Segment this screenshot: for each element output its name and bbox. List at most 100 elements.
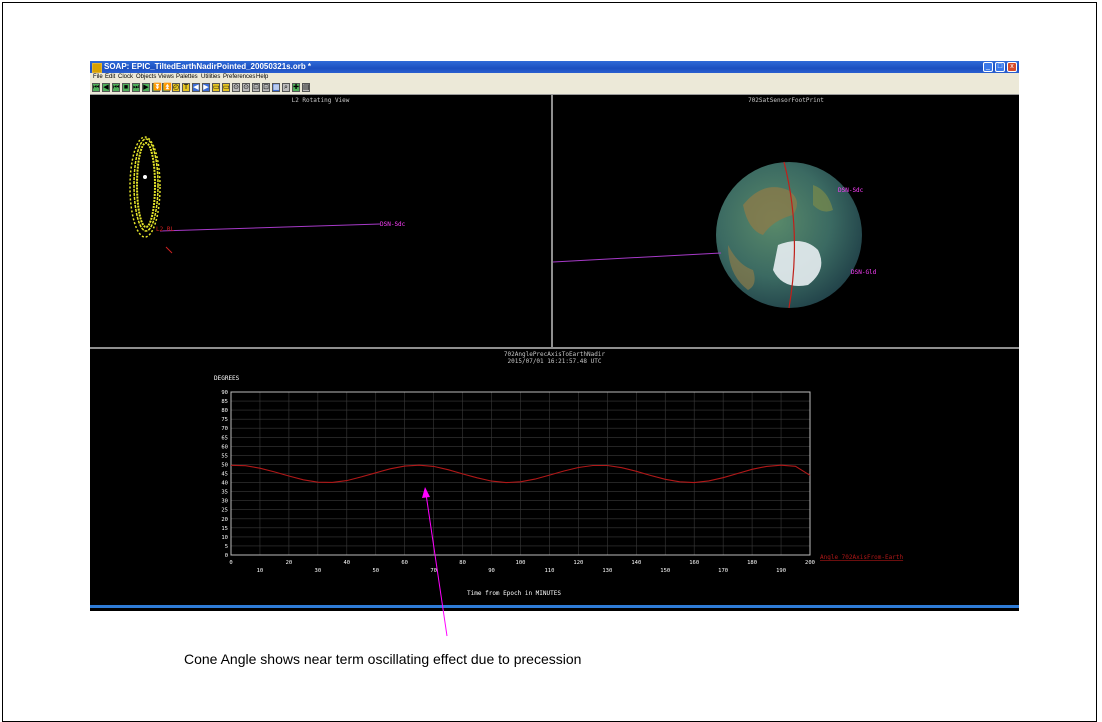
x-tick-label: 140 <box>631 560 641 566</box>
x-tick-label: 50 <box>372 568 379 574</box>
time-icon[interactable]: T <box>182 83 190 92</box>
menu-preferences[interactable]: Preferences <box>223 73 255 82</box>
angle-plot-view[interactable]: 702AnglePrecAxisToEarthNadir 2015/07/01 … <box>90 349 1019 608</box>
x-axis-label: Time from Epoch in MINUTES <box>467 590 561 597</box>
y-tick-label: 15 <box>221 526 228 532</box>
orbit-icon[interactable]: ⊙ <box>242 83 250 92</box>
footprint-scene: DSN-Sdc DSN-Gld <box>553 161 877 309</box>
menu-objects[interactable]: Objects <box>136 73 156 82</box>
soap-application-window: SOAP: EPIC_TiltedEarthNadirPointed_20050… <box>90 61 1019 611</box>
status-strip <box>90 605 1019 608</box>
list-icon[interactable]: ▤ <box>302 83 310 92</box>
step-back-button[interactable]: ◀ <box>102 83 110 92</box>
window-titlebar[interactable]: SOAP: EPIC_TiltedEarthNadirPointed_20050… <box>90 61 1019 73</box>
footprint-top-label: DSN-Sdc <box>838 187 864 194</box>
x-tick-label: 90 <box>488 568 495 574</box>
y-tick-label: 65 <box>221 435 228 441</box>
y-axis-label: DEGREES <box>214 375 240 382</box>
grid-icon[interactable]: ▦ <box>272 83 280 92</box>
rewind-button[interactable]: ⏮ <box>112 83 120 92</box>
menu-edit[interactable]: Edit <box>105 73 115 82</box>
window-icon[interactable]: ▭ <box>212 83 220 92</box>
x-tick-label: 30 <box>315 568 322 574</box>
next-view-button[interactable]: ▶ <box>202 83 210 92</box>
y-tick-label: 70 <box>221 426 228 432</box>
zoom-icon[interactable]: ⌕ <box>282 83 290 92</box>
rotating-view-scene: L2 RL DSN-Sdc <box>129 136 406 254</box>
add-icon[interactable]: ✚ <box>292 83 300 92</box>
x-tick-label: 160 <box>689 560 699 566</box>
footprint-link-line <box>553 252 722 263</box>
close-button[interactable]: x <box>1007 62 1017 72</box>
x-tick-label: 150 <box>660 568 670 574</box>
x-tick-label: 120 <box>573 560 583 566</box>
slower-button[interactable]: ⏬ <box>152 83 162 92</box>
fast-forward-button[interactable]: ⏭ <box>132 83 140 92</box>
menu-views[interactable]: Views <box>158 73 174 82</box>
earth-link-line <box>159 223 381 232</box>
x-tick-label: 70 <box>430 568 437 574</box>
x-tick-label: 80 <box>459 560 466 566</box>
app-icon <box>92 63 102 73</box>
target-icon[interactable]: ⊙ <box>232 83 240 92</box>
y-tick-label: 20 <box>221 517 228 523</box>
y-tick-label: 45 <box>221 472 228 478</box>
x-tick-label: 180 <box>747 560 757 566</box>
clock-icon[interactable]: ◴ <box>172 83 180 92</box>
first-frame-button[interactable]: ⏮ <box>92 83 100 92</box>
rotating-right-label: DSN-Sdc <box>380 221 406 228</box>
footprint-bottom-label: DSN-Gld <box>851 269 877 276</box>
y-tick-label: 10 <box>221 535 228 541</box>
rotating-left-label: L2 RL <box>156 226 174 233</box>
maximize-button[interactable]: □ <box>995 62 1005 72</box>
y-tick-label: 60 <box>221 444 228 450</box>
x-tick-label: 0 <box>229 560 232 566</box>
y-tick-label: 55 <box>221 453 228 459</box>
sensor-icon[interactable]: ⊡ <box>262 83 270 92</box>
prev-view-button[interactable]: ◀ <box>192 83 200 92</box>
y-tick-label: 25 <box>221 508 228 514</box>
menu-clock[interactable]: Clock <box>118 73 133 82</box>
menu-help[interactable]: Help <box>256 73 268 82</box>
play-button[interactable]: ▶ <box>142 83 150 92</box>
toolbar: ⏮ ◀ ⏮ ■ ⏭ ▶ ⏬ ⏫ ◴ T ◀ ▶ ▭ ▭ ⊙ ⊙ ⊡ ⊡ ▦ ⌕ … <box>90 82 1019 95</box>
l2-rotating-view[interactable]: L2 Rotating View L2 RL DSN-Sdc <box>90 95 551 347</box>
minimize-button[interactable]: _ <box>983 62 993 72</box>
annotation-caption: Cone Angle shows near term oscillating e… <box>184 651 582 667</box>
y-tick-label: 90 <box>221 390 228 396</box>
velocity-vector <box>165 246 173 254</box>
x-tick-label: 170 <box>718 568 728 574</box>
x-tick-label: 20 <box>286 560 293 566</box>
halo-orbit-ellipses <box>129 136 161 238</box>
x-tick-label: 110 <box>544 568 554 574</box>
panel-icon[interactable]: ▭ <box>222 83 230 92</box>
faster-button[interactable]: ⏫ <box>162 83 172 92</box>
menu-bar: File Edit Clock Objects Views Palettes U… <box>90 73 1019 82</box>
menu-file[interactable]: File <box>93 73 103 82</box>
frame-icon[interactable]: ⊡ <box>252 83 260 92</box>
menu-utilities[interactable]: Utilities <box>201 73 220 82</box>
y-tick-label: 30 <box>221 499 228 505</box>
y-tick-label: 0 <box>225 553 228 559</box>
y-tick-label: 75 <box>221 417 228 423</box>
l2-point-marker <box>143 175 147 179</box>
window-title: SOAP: EPIC_TiltedEarthNadirPointed_20050… <box>104 62 312 71</box>
x-tick-label: 130 <box>602 568 612 574</box>
stop-button[interactable]: ■ <box>122 83 130 92</box>
y-tick-label: 50 <box>221 462 228 468</box>
sensor-footprint-view[interactable]: 702SatSensorFootPrint DSN-Sdc DSN-Gld <box>553 95 1019 347</box>
x-tick-label: 190 <box>776 568 786 574</box>
y-tick-label: 85 <box>221 399 228 405</box>
series-legend-label: Angle_702AxisFrom-Earth <box>820 554 903 561</box>
x-tick-label: 10 <box>257 568 264 574</box>
y-tick-label: 80 <box>221 408 228 414</box>
x-tick-label: 40 <box>343 560 350 566</box>
x-tick-label: 100 <box>516 560 526 566</box>
y-tick-label: 40 <box>221 481 228 487</box>
x-tick-label: 200 <box>805 560 815 566</box>
y-tick-label: 5 <box>225 544 228 550</box>
y-tick-label: 35 <box>221 490 228 496</box>
x-tick-label: 60 <box>401 560 408 566</box>
angle-chart: DEGREES Time from Epoch in MINUTES 0 5 10 1… <box>214 375 903 597</box>
menu-palettes[interactable]: Palettes <box>176 73 198 82</box>
